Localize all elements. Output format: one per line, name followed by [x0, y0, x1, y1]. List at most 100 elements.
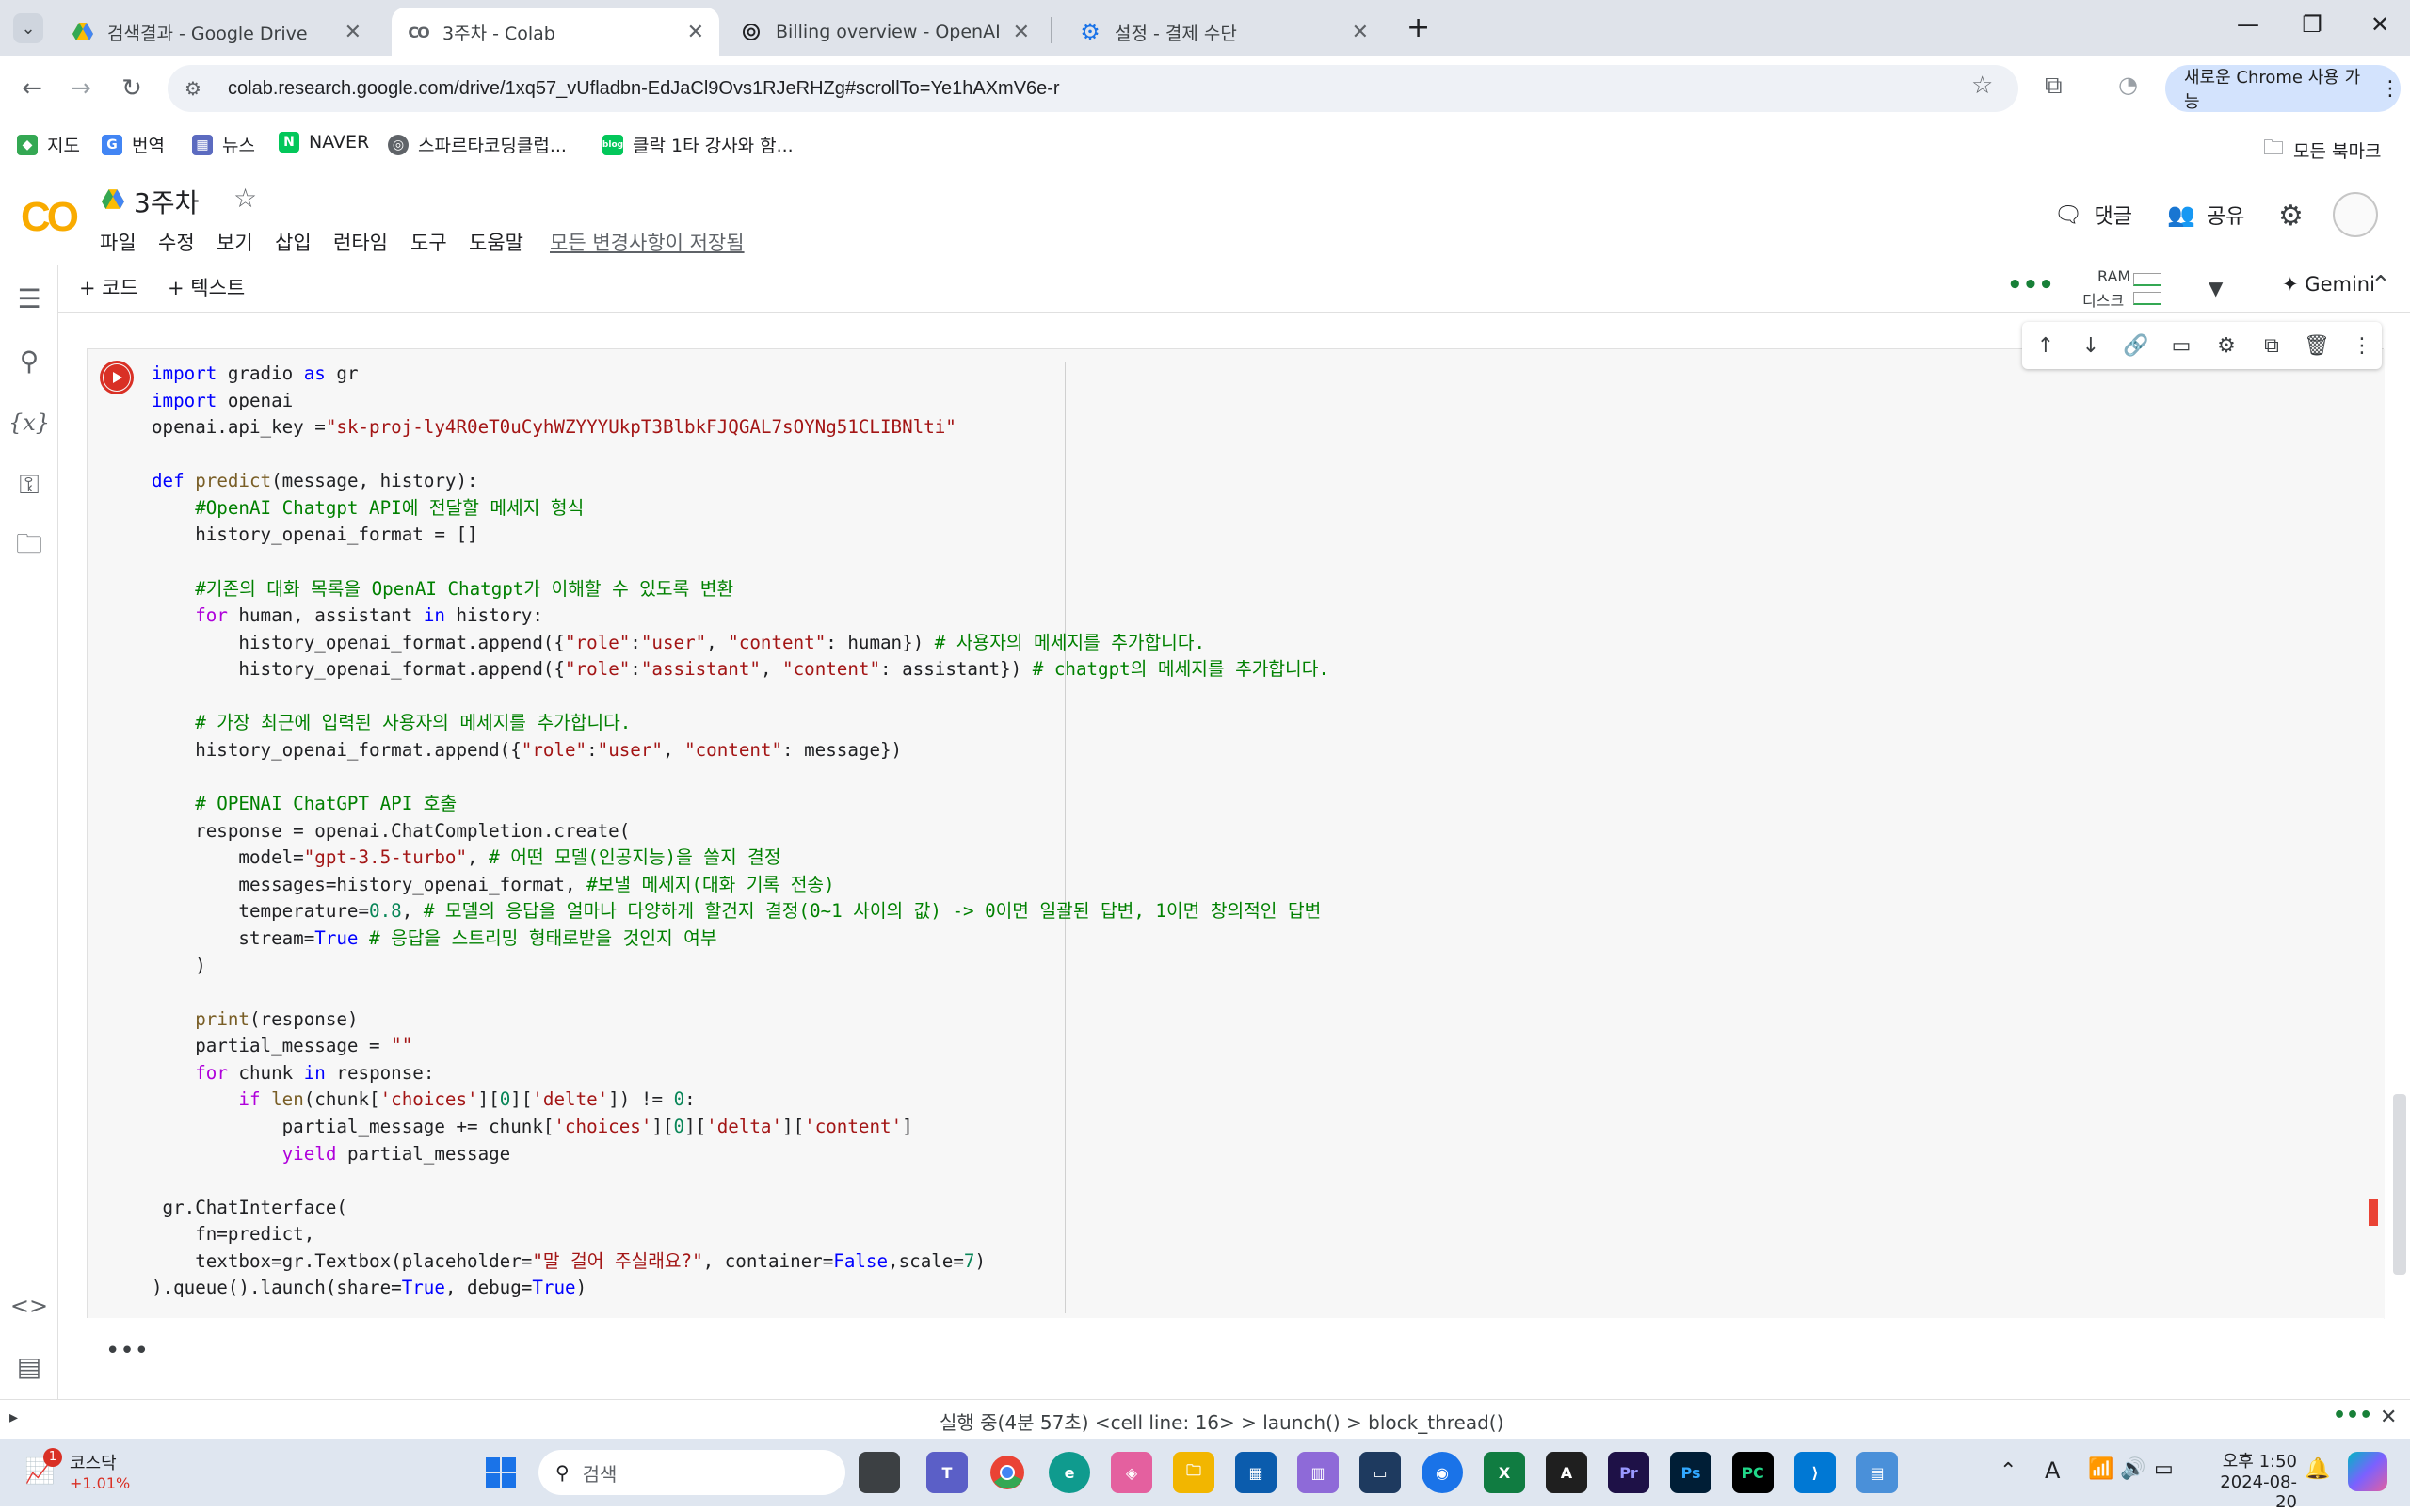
bookmark-sparta[interactable]: ◎ 스파르타코딩클럽... [388, 132, 567, 157]
all-bookmarks[interactable]: 🗀 모든 북마크 [2263, 132, 2381, 168]
notepad-icon[interactable]: ▤ [1856, 1452, 1898, 1493]
windows-start-icon[interactable] [480, 1452, 522, 1493]
code-line[interactable]: history_openai_format.append({"role":"us… [152, 737, 902, 764]
profile-icon[interactable]: ◔ [2118, 72, 2138, 98]
resource-monitor[interactable]: RAM 디스크 ▼ [2065, 267, 2254, 310]
site-info-icon[interactable]: ⚙ [185, 77, 213, 100]
close-icon[interactable]: ✕ [687, 21, 704, 44]
photoshop-icon[interactable]: Ps [1670, 1452, 1711, 1493]
chrome-icon[interactable] [987, 1452, 1028, 1493]
extensions-icon[interactable]: ⧉ [2045, 72, 2063, 101]
edge-icon[interactable]: e [1049, 1452, 1090, 1493]
reload-icon[interactable]: ↻ [113, 70, 151, 107]
move-down-icon[interactable]: ↓ [2077, 331, 2105, 360]
vscode-icon[interactable]: ⟩ [1794, 1452, 1836, 1493]
code-line[interactable]: history_openai_format.append({"role":"as… [152, 656, 1329, 683]
gemini-button[interactable]: ✦ Gemini [2282, 273, 2375, 296]
code-line[interactable]: for chunk in response: [152, 1060, 434, 1086]
taskbar-search[interactable]: ⚲ 검색 [538, 1450, 845, 1495]
back-icon[interactable]: ← [13, 70, 51, 107]
gear-icon[interactable]: ⚙ [2212, 331, 2241, 360]
menu-view[interactable]: 보기 [217, 228, 253, 256]
bookmark-naver[interactable]: N NAVER [279, 132, 369, 153]
tab-payment-settings[interactable]: ⚙ 설정 - 결제 수단 ✕ [1064, 8, 1384, 56]
code-line[interactable]: ) [152, 953, 206, 979]
pycharm-icon[interactable]: PC [1732, 1452, 1774, 1493]
search-icon[interactable]: ⚲ [11, 343, 47, 378]
more-horiz-icon[interactable]: ••• [2007, 271, 2054, 299]
code-line[interactable]: #OpenAI Chatgpt API에 전달할 메세지 형식 [152, 495, 584, 522]
bookmark-news[interactable]: ▦ 뉴스 [192, 132, 255, 157]
bookmark-klock[interactable]: blog 클락 1타 강사와 함... [602, 132, 794, 157]
colab-logo[interactable]: CO [21, 194, 79, 241]
tab-colab[interactable]: CO 3주차 - Colab ✕ [392, 8, 719, 56]
variables-icon[interactable]: {x} [8, 405, 50, 441]
key-icon[interactable]: ⚿ [11, 467, 47, 503]
link-icon[interactable]: 🔗 [2122, 331, 2150, 360]
dropdown-arrow-icon[interactable]: ▼ [2209, 277, 2223, 299]
share-button[interactable]: 👥 공유 [2167, 200, 2244, 230]
table-of-contents-icon[interactable]: ☰ [11, 281, 47, 316]
code-line[interactable]: openai.api_key ="sk-proj-ly4R0eT0uCyhWZY… [152, 414, 956, 441]
tray-chevron-icon[interactable]: ⌃ [2000, 1459, 2016, 1483]
clock[interactable]: 오후 1:50 2024-08-20 [2203, 1448, 2297, 1512]
code-line[interactable]: history_openai_format = [] [152, 522, 477, 548]
expand-arrow-icon[interactable]: ▸ [9, 1407, 18, 1427]
delete-icon[interactable]: 🗑 [2303, 331, 2331, 360]
menu-insert[interactable]: 삽입 [275, 228, 312, 256]
menu-edit[interactable]: 수정 [158, 228, 195, 256]
code-line[interactable]: partial_message += chunk['choices'][0]['… [152, 1114, 913, 1140]
store-icon[interactable]: ▦ [1235, 1452, 1277, 1493]
save-status[interactable]: 모든 변경사항이 저장됨 [550, 228, 745, 256]
close-icon[interactable]: ✕ [1352, 21, 1369, 44]
tab-openai-billing[interactable]: Billing overview - OpenAI API ✕ [725, 8, 1045, 56]
code-line[interactable]: # OPENAI ChatGPT API 호출 [152, 791, 457, 817]
menu-help[interactable]: 도움말 [469, 228, 523, 256]
menu-file[interactable]: 파일 [100, 228, 137, 256]
bookmark-translate[interactable]: G 번역 [102, 132, 165, 157]
code-line[interactable]: import gradio as gr [152, 361, 359, 387]
code-line[interactable]: textbox=gr.Textbox(placeholder="말 걸어 주실래… [152, 1248, 986, 1275]
code-line[interactable]: import openai [152, 388, 293, 414]
minimize-icon[interactable]: — [2229, 11, 2267, 38]
mirror-cell-icon[interactable]: ⧉ [2257, 331, 2286, 360]
chrome-update-button[interactable]: 새로운 Chrome 사용 가능 ⋮ [2165, 65, 2401, 112]
address-bar[interactable]: ⚙ colab.research.google.com/drive/1xq57_… [168, 65, 2018, 112]
excel-icon[interactable]: X [1484, 1452, 1525, 1493]
code-line[interactable]: # 가장 최근에 입력된 사용자의 메세지를 추가합니다. [152, 710, 631, 736]
notifications-icon[interactable]: 🔔 [2305, 1457, 2330, 1481]
code-line[interactable]: history_openai_format.append({"role":"us… [152, 630, 1205, 656]
circle-app-icon[interactable]: ◉ [1422, 1452, 1463, 1493]
close-icon[interactable]: ✕ [1013, 21, 1030, 44]
acrobat-icon[interactable]: A [1546, 1452, 1587, 1493]
notebook-title[interactable]: 3주차 [134, 183, 199, 220]
new-tab-button[interactable]: + [1406, 11, 1430, 44]
more-vert-icon[interactable]: ⋮ [2380, 77, 2401, 101]
command-palette-icon[interactable]: ▤ [11, 1348, 47, 1384]
file-manager-icon[interactable] [859, 1452, 900, 1493]
copilot-tray-icon[interactable] [2348, 1452, 2387, 1491]
code-line[interactable]: gr.ChatInterface( [152, 1195, 347, 1221]
restore-icon[interactable]: ❐ [2293, 11, 2331, 38]
code-line[interactable]: #기존의 대화 목록을 OpenAI Chatgpt가 이해할 수 있도록 변환 [152, 576, 733, 603]
bookmark-maps[interactable]: ◆ 지도 [17, 132, 80, 157]
wifi-icon[interactable]: 📶 [2088, 1457, 2113, 1481]
url-text[interactable]: colab.research.google.com/drive/1xq57_vU… [228, 78, 1060, 100]
menu-runtime[interactable]: 런타임 [333, 228, 388, 256]
code-line[interactable]: def predict(message, history): [152, 468, 478, 494]
remote-desktop-icon[interactable]: ▭ [1359, 1452, 1401, 1493]
more-horiz-icon[interactable]: ••• [2333, 1404, 2372, 1427]
code-line[interactable]: partial_message = "" [152, 1033, 412, 1059]
move-up-icon[interactable]: ↑ [2032, 331, 2060, 360]
bookmark-star-icon[interactable]: ☆ [1971, 72, 1993, 100]
code-line[interactable]: ).queue().launch(share=True, debug=True) [152, 1275, 586, 1301]
ime-icon[interactable]: A [2045, 1457, 2060, 1484]
app-icon-purple[interactable]: ▥ [1297, 1452, 1339, 1493]
code-cell[interactable]: import gradio as gr import openai openai.a… [87, 348, 2385, 1319]
menu-tools[interactable]: 도구 [410, 228, 447, 256]
code-line[interactable]: for human, assistant in history: [152, 603, 543, 629]
code-line[interactable]: model="gpt-3.5-turbo", # 어떤 모델(인공지능)을 쓸지… [152, 844, 780, 871]
copilot-icon[interactable]: ◈ [1111, 1452, 1152, 1493]
scrollbar[interactable] [2393, 1094, 2406, 1275]
add-text-button[interactable]: + 텍스트 [168, 273, 245, 301]
